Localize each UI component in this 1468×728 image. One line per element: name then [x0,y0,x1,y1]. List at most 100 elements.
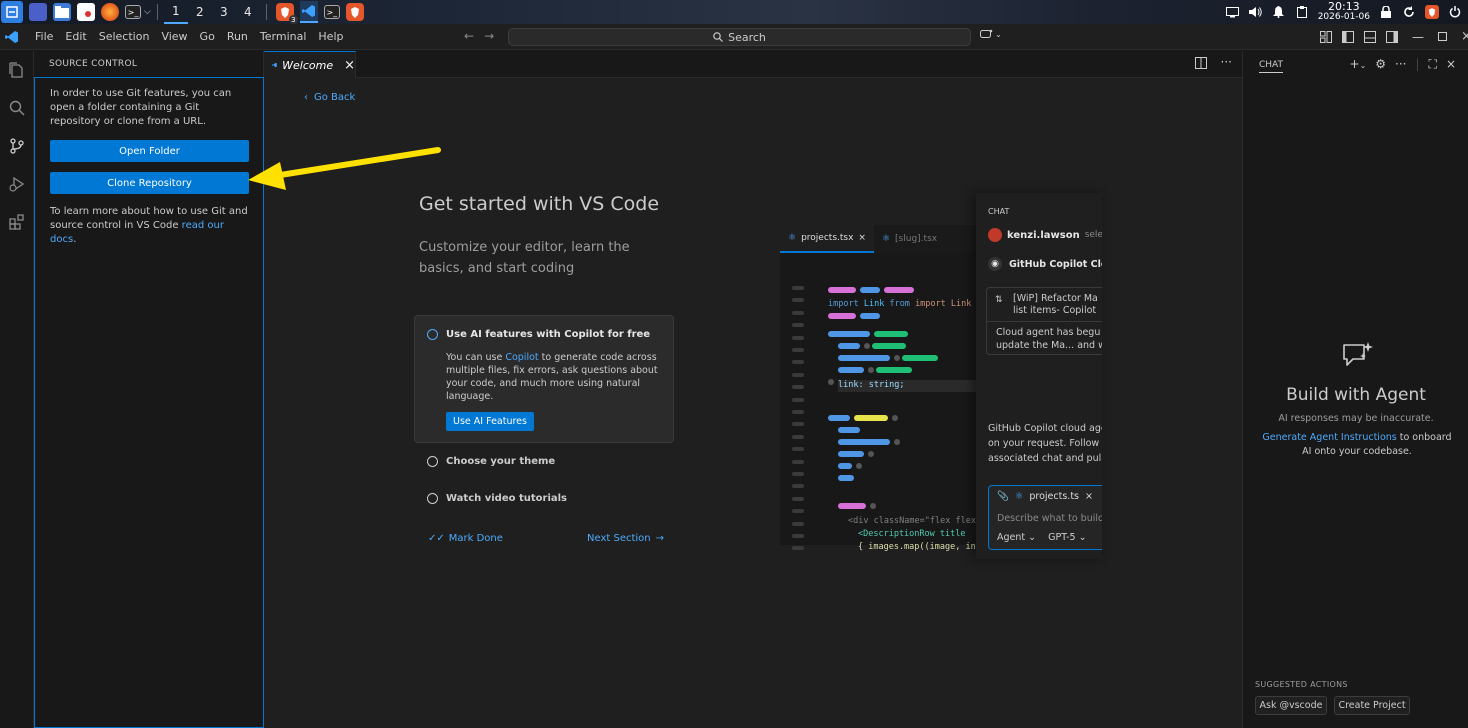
line-number-gutter [792,521,804,526]
notification-bell-icon[interactable] [1272,5,1286,19]
workspace-4[interactable]: 4 [236,0,260,24]
close-icon[interactable]: × [1461,29,1468,44]
brave-icon[interactable] [1425,5,1439,19]
code-skeleton-bar [828,379,834,385]
taskbar-separator [156,4,158,20]
firefox-icon[interactable] [101,3,119,21]
terminal-icon[interactable]: >_ [125,5,141,19]
document-viewer-icon[interactable] [77,3,95,21]
editor-area: Welcome × ··· ‹ Go Back Get started with… [264,51,1242,728]
refresh-icon[interactable] [1402,5,1416,19]
menu-view[interactable]: View [155,30,193,43]
clone-repository-button[interactable]: Clone Repository [50,172,249,194]
use-ai-features-button[interactable]: Use AI Features [446,412,534,431]
terminal-icon[interactable]: >_ [323,5,340,19]
menu-go[interactable]: Go [194,30,221,43]
gear-icon[interactable]: ⚙ [1375,57,1386,72]
source-control-intro: In order to use Git features, you can op… [50,88,232,127]
step-ai-features[interactable]: Use AI features with Copilot for free Yo… [414,315,674,443]
menu-terminal[interactable]: Terminal [254,30,313,43]
workspace-3[interactable]: 3 [212,0,236,24]
explorer-icon[interactable] [0,51,34,89]
copilot-link[interactable]: Copilot [505,352,538,363]
mark-done-link[interactable]: ✓✓ Mark Done [428,533,503,544]
mockup-mode-label: Agent [997,532,1026,543]
go-back-link[interactable]: ‹ Go Back [304,92,355,103]
step-watch-videos[interactable]: Watch video tutorials [427,493,567,504]
more-actions-icon[interactable]: ··· [1395,57,1406,72]
code-skeleton-bar [876,367,912,373]
code-skeleton-bar [870,503,876,509]
source-control-icon[interactable] [0,127,34,165]
chevron-down-icon[interactable]: ⌵ [144,7,151,17]
search-icon[interactable] [0,89,34,127]
close-icon[interactable]: × [1446,57,1456,72]
code-skeleton-bar [868,367,874,373]
create-project-button[interactable]: Create Project [1334,696,1410,715]
volume-icon[interactable] [1249,5,1263,19]
run-debug-icon[interactable] [0,165,34,203]
ask-vscode-button[interactable]: Ask @vscode [1255,696,1327,715]
clock[interactable]: 20:13 2026-01-06 [1318,1,1370,22]
chat-title[interactable]: CHAT [1259,60,1284,73]
toggle-secondary-sidebar-icon[interactable] [1386,30,1398,43]
launcher-icon[interactable] [1,1,23,23]
forward-arrow-icon[interactable]: → [484,29,494,43]
desktop-icon[interactable] [29,3,47,21]
display-icon[interactable] [1226,5,1240,19]
menu-selection[interactable]: Selection [93,30,156,43]
power-icon[interactable] [1448,5,1462,19]
mockup-tab1-label: projects.tsx [801,233,854,243]
step-choose-theme[interactable]: Choose your theme [427,456,555,467]
minimize-icon[interactable]: — [1412,30,1424,44]
separator: | [1415,57,1420,71]
open-folder-button[interactable]: Open Folder [50,140,249,162]
search-icon [713,32,724,42]
mockup-tabs: ⚛ projects.tsx × ⚛ [slug].tsx [780,225,990,253]
code-skeleton-bar [892,415,898,421]
line-number-gutter [792,410,804,414]
mockup-pr-title-1: [WiP] Refactor Ma [1013,293,1098,304]
menu-file[interactable]: File [29,30,59,43]
workspace-1[interactable]: 1 [163,0,188,24]
toggle-panel-icon[interactable] [1364,30,1376,43]
clipboard-icon[interactable] [1295,5,1309,19]
maximize-icon[interactable]: ⛶ [1429,57,1437,72]
brave-icon[interactable] [345,3,364,21]
vscode-icon[interactable] [299,1,318,23]
file-manager-icon[interactable] [53,3,71,21]
tab-welcome[interactable]: Welcome × [264,51,356,78]
generate-instructions-link[interactable]: Generate Agent Instructions [1262,432,1396,443]
source-control-sidebar: SOURCE CONTROL In order to use Git featu… [34,51,264,728]
menu-edit[interactable]: Edit [59,30,92,43]
agent-sparkle-icon [1343,342,1373,366]
line-number-gutter [792,447,804,452]
toggle-primary-sidebar-icon[interactable] [1342,30,1354,43]
close-tab-icon[interactable]: × [344,58,355,73]
customize-layout-icon[interactable] [1320,30,1332,43]
command-center-search[interactable]: Search [508,28,971,46]
menu-help[interactable]: Help [312,30,349,43]
maximize-icon[interactable] [1438,32,1447,41]
lock-icon[interactable] [1379,5,1393,19]
react-icon: ⚛ [1014,491,1024,502]
more-actions-icon[interactable]: ··· [1221,56,1232,69]
mockup-file-chip-label: projects.ts [1029,491,1079,502]
copilot-icon [980,29,993,38]
code-skeleton-bar [838,475,854,481]
back-arrow-icon[interactable]: ← [464,29,474,43]
split-editor-icon[interactable] [1194,57,1207,69]
copilot-menu[interactable]: ⌄ [980,29,1002,40]
mockup-pr-card: ⇅ [WiP] Refactor Ma list items- Copilot … [986,287,1102,355]
code-skeleton-bar [838,355,890,361]
brave-icon[interactable]: 3 [275,3,298,24]
workspace-2[interactable]: 2 [188,0,212,24]
menu-run[interactable]: Run [221,30,254,43]
new-chat-icon[interactable]: +⌄ [1350,57,1367,72]
extensions-icon[interactable] [0,203,34,241]
mockup-pr-body-2: update the Ma... and w [996,340,1102,351]
next-section-link[interactable]: Next Section → [587,533,664,544]
go-back-label: Go Back [314,92,356,103]
step-videos-label: Watch video tutorials [446,493,568,504]
line-number-gutter [792,422,804,427]
